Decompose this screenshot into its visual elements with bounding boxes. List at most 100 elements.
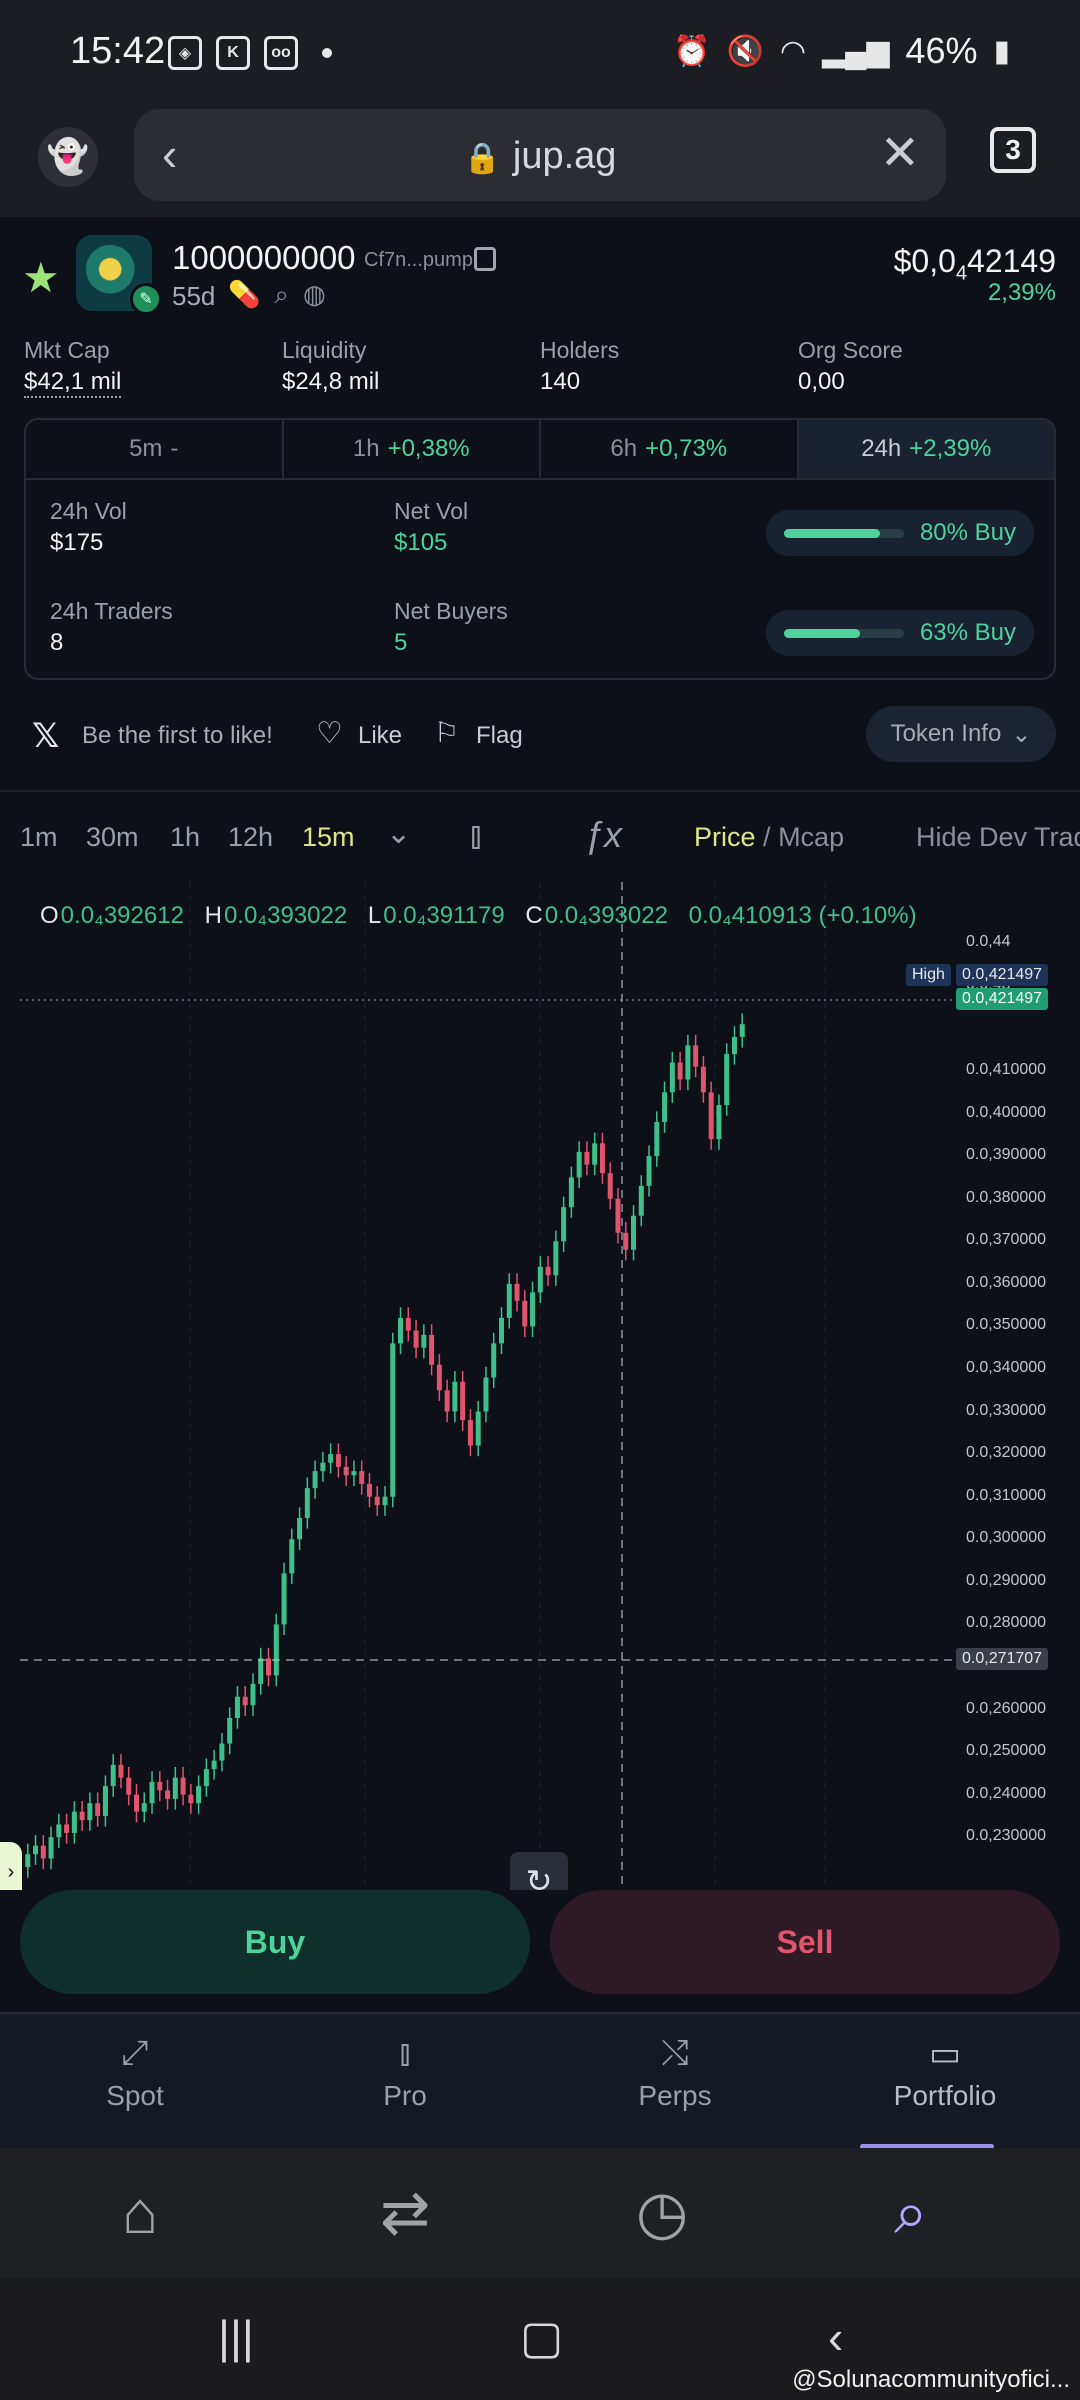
flag-button[interactable]: Flag: [476, 722, 523, 750]
star-icon[interactable]: ★: [22, 253, 60, 302]
back-nav-icon[interactable]: ‹: [828, 2310, 843, 2364]
tab-6h[interactable]: 6h +0,73%: [541, 420, 799, 478]
candle-body: [172, 1777, 178, 1799]
candle-body: [553, 1241, 559, 1276]
system-nav-bar: ||| ▢ ‹ @Solunacommunityofici...: [0, 2278, 1080, 2400]
watermark-text: @Solunacommunityofici...: [792, 2366, 1070, 2393]
buy-button[interactable]: Buy: [20, 1890, 530, 1994]
y-tick-label: 0.0,330000: [966, 1401, 1047, 1419]
stats-row: Mkt Cap $42,1 mil Liquidity $24,8 mil Ho…: [24, 337, 1064, 398]
candles-icon[interactable]: ⫾: [470, 814, 482, 857]
status-time: 15:42: [70, 30, 166, 72]
candle-body: [266, 1658, 272, 1676]
nav-portfolio[interactable]: ▭ Portfolio: [810, 2034, 1080, 2112]
candle-body: [48, 1837, 54, 1859]
tf-12h[interactable]: 12h: [228, 822, 273, 853]
search-icon[interactable]: ⌕: [894, 2178, 928, 2248]
candle-body: [281, 1573, 287, 1625]
nav-pro[interactable]: ⫾ Pro: [270, 2034, 540, 2112]
candle-body: [506, 1283, 512, 1318]
reset-chart-icon[interactable]: ↻: [510, 1852, 568, 1890]
home-icon[interactable]: ⌂: [122, 2178, 158, 2247]
candle-body: [716, 1105, 722, 1140]
url-bar[interactable]: ‹ 🔒 jup.ag ✕: [134, 109, 946, 201]
copy-icon[interactable]: [474, 247, 496, 271]
candle-body: [87, 1803, 93, 1821]
candle-body: [530, 1292, 536, 1327]
flag-icon[interactable]: ⚐: [434, 716, 459, 749]
high-value: 0.0,421497: [956, 964, 1049, 986]
candle-body: [429, 1334, 435, 1365]
candle-body: [405, 1317, 411, 1331]
chevron-down-icon[interactable]: ⌄: [386, 816, 411, 851]
tab-5m[interactable]: 5m -: [26, 420, 284, 478]
home-button-icon[interactable]: ▢: [520, 2310, 563, 2364]
candle-body: [126, 1777, 132, 1795]
heart-icon[interactable]: ♡: [316, 716, 343, 751]
search-icon[interactable]: ⌕: [274, 279, 289, 311]
candle-body: [304, 1488, 310, 1518]
candle-body: [685, 1045, 691, 1080]
candle-body: [343, 1466, 349, 1476]
ghost-icon[interactable]: 👻: [38, 127, 98, 187]
y-tick-label: 0.0,400000: [966, 1103, 1047, 1121]
browser-bottom-nav: ⌂ ⇄ ◷ ⌕: [0, 2148, 1080, 2278]
candle-body: [708, 1092, 714, 1140]
notification-icons: ◈ K oo: [168, 36, 332, 70]
pill-icon[interactable]: 💊: [228, 279, 260, 311]
candle-body: [413, 1330, 419, 1348]
token-info-button[interactable]: Token Info ⌄: [866, 706, 1056, 762]
candle-body: [592, 1143, 598, 1165]
expand-handle-icon[interactable]: ›: [0, 1842, 22, 1890]
traders-buy-bar: [784, 629, 860, 638]
nav-perps[interactable]: ⤭ Perps: [540, 2034, 810, 2112]
x-icon[interactable]: 𝕏: [32, 716, 59, 756]
url-text[interactable]: 🔒 jup.ag: [134, 135, 946, 178]
sell-button[interactable]: Sell: [550, 1890, 1060, 1994]
traders-buy-ratio: 63% Buy: [766, 610, 1034, 656]
candle-body: [436, 1364, 442, 1391]
alarm-icon: ⏰: [673, 34, 711, 68]
candle-body: [483, 1377, 489, 1412]
candle-body: [196, 1786, 202, 1804]
tf-30m[interactable]: 30m: [86, 822, 139, 853]
swap-diagonal-icon: ⤢: [121, 2034, 149, 2072]
token-address[interactable]: Cf7n...pump: [364, 249, 473, 272]
tab-1h[interactable]: 1h +0,38%: [284, 420, 541, 478]
browser-bar: 👻 ‹ 🔒 jup.ag ✕ 3: [0, 105, 1080, 217]
nav-spot[interactable]: ⤢ Spot: [0, 2034, 270, 2112]
wifi-icon: ◠: [779, 34, 807, 68]
candle-body: [444, 1390, 450, 1412]
candle-body: [351, 1471, 357, 1476]
swap-icon[interactable]: ⇄: [380, 2178, 430, 2248]
pill-badge-icon: ✎: [130, 283, 162, 315]
tf-15m[interactable]: 15m: [302, 822, 355, 853]
price-chart[interactable]: O0.0₄392612 H0.0₄393022 L0.0₄391179 C0.0…: [0, 882, 1080, 1890]
candle-body: [452, 1381, 458, 1412]
globe-icon[interactable]: ◍: [303, 279, 326, 311]
hide-dev-trades-toggle[interactable]: Hide Dev Trades: [916, 822, 1080, 853]
candle-body: [40, 1845, 46, 1859]
candle-body: [33, 1845, 39, 1855]
tf-1m[interactable]: 1m: [20, 822, 58, 853]
candle-body: [273, 1624, 279, 1676]
history-icon[interactable]: ◷: [636, 2178, 688, 2248]
candle-body: [165, 1790, 171, 1799]
candle-body: [731, 1036, 737, 1054]
candle-body: [498, 1317, 504, 1344]
tab-24h[interactable]: 24h +2,39%: [798, 420, 1054, 478]
y-tick-label: 0.0,380000: [966, 1188, 1047, 1206]
price-mcap-toggle[interactable]: Price / Mcap: [694, 822, 844, 853]
y-tick-label: 0.0,280000: [966, 1614, 1047, 1632]
chart-svg[interactable]: [0, 882, 1080, 1890]
like-button[interactable]: Like: [358, 722, 402, 750]
tab-count-button[interactable]: 3: [990, 127, 1036, 173]
close-icon[interactable]: ✕: [880, 125, 920, 181]
function-icon[interactable]: ƒx: [584, 814, 622, 856]
y-tick-label: 0.0,250000: [966, 1742, 1047, 1760]
candle-body: [677, 1062, 683, 1080]
battery-icon: ▮: [993, 34, 1010, 68]
price-change: 2,39%: [987, 279, 1056, 306]
tf-1h[interactable]: 1h: [170, 822, 200, 853]
recent-apps-icon[interactable]: |||: [218, 2310, 254, 2364]
